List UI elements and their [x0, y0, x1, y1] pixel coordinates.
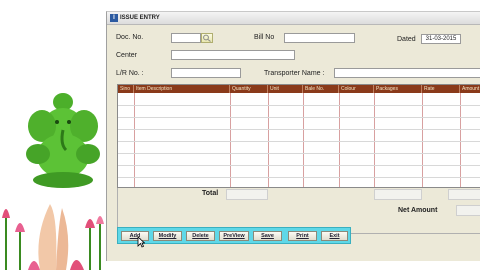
grid-row-line — [118, 141, 480, 142]
transporter-name-input[interactable] — [334, 68, 480, 78]
column-header-rate: Rate — [422, 85, 460, 93]
ganesha-artwork-icon — [26, 93, 100, 188]
window-title: ISSUE ENTRY — [120, 15, 160, 21]
title-bar: I ISSUE ENTRY — [107, 12, 480, 25]
total-label: Total — [202, 190, 219, 197]
preview-button[interactable]: PreView — [219, 231, 249, 241]
save-button[interactable]: Save — [253, 231, 282, 241]
column-header-colour: Colour — [339, 85, 374, 93]
print-button[interactable]: Print — [288, 231, 317, 241]
column-header-quantity: Quantity — [230, 85, 268, 93]
search-icon — [203, 34, 211, 42]
column-header-item-description: Item Description — [134, 85, 230, 93]
grid-row-line — [118, 117, 480, 118]
bill-no-input[interactable] — [284, 33, 355, 43]
column-header-sino: Sino — [118, 85, 134, 93]
action-button-bar: Add Modify Delete PreView Save Print Exi… — [117, 227, 351, 244]
doc-no-label: Doc. No. — [116, 34, 144, 41]
net-amount-value — [456, 205, 480, 216]
grid-row-line — [118, 129, 480, 130]
center-input[interactable] — [171, 50, 295, 60]
column-header-unit: Unit — [268, 85, 303, 93]
doc-no-input[interactable] — [171, 33, 201, 43]
total-packages-value — [374, 189, 422, 200]
items-grid[interactable]: Sino Item Description Quantity Unit Bale… — [117, 84, 480, 188]
total-amount-value — [448, 189, 480, 200]
mouse-cursor-icon — [137, 236, 145, 248]
column-header-bale-no: Bale No. — [303, 85, 339, 93]
delete-button[interactable]: Delete — [186, 231, 215, 241]
modify-button[interactable]: Modify — [153, 231, 182, 241]
lr-no-label: L/R No. : — [116, 70, 144, 77]
lotus-flowers-icon — [2, 204, 104, 270]
bill-no-label: Bill No — [254, 34, 275, 41]
net-amount-label: Net Amount — [398, 207, 438, 214]
grid-row-line — [118, 153, 480, 154]
grid-row-line — [118, 177, 480, 178]
center-label: Center — [116, 52, 138, 59]
transporter-name-label: Transporter Name : — [264, 70, 325, 77]
issue-entry-window: I ISSUE ENTRY Doc. No. Bill No Dated 31-… — [106, 11, 480, 261]
dated-input[interactable]: 31-03-2015 — [421, 34, 461, 44]
exit-button[interactable]: Exit — [321, 231, 348, 241]
grid-row-line — [118, 165, 480, 166]
column-header-amount: Amount — [460, 85, 480, 93]
grid-header: Sino Item Description Quantity Unit Bale… — [118, 85, 480, 93]
doc-no-lookup-button[interactable] — [201, 33, 213, 43]
lr-no-input[interactable] — [171, 68, 241, 78]
column-header-packages: Packages — [374, 85, 422, 93]
grid-row-line — [118, 105, 480, 106]
total-quantity-value — [226, 189, 268, 200]
app-icon: I — [110, 14, 118, 22]
dated-label: Dated — [397, 36, 416, 43]
